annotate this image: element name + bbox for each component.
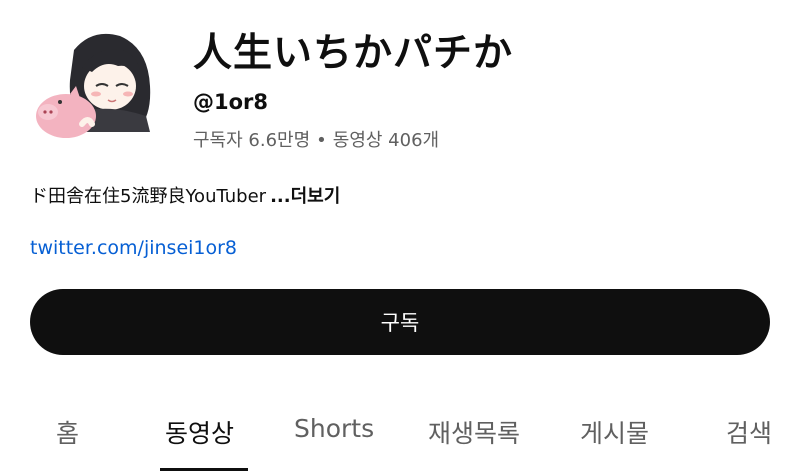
tab-home[interactable]: 홈 — [56, 414, 79, 450]
tab-search[interactable]: 검색 — [726, 414, 772, 450]
channel-name: 人生いちかパチか — [193, 31, 514, 76]
tab-videos[interactable]: 동영상 — [165, 414, 234, 450]
tab-posts[interactable]: 게시물 — [580, 414, 649, 450]
subscriber-count: 구독자 6.6만명 — [193, 130, 311, 151]
tab-shorts[interactable]: Shorts — [294, 414, 374, 443]
tab-playlists[interactable]: 재생목록 — [428, 414, 520, 450]
active-tab-indicator — [160, 468, 248, 471]
more-button[interactable]: ...더보기 — [270, 186, 340, 207]
channel-stats: 구독자 6.6만명 • 동영상 406개 — [193, 126, 439, 152]
channel-link[interactable]: twitter.com/jinsei1or8 — [30, 237, 237, 259]
channel-description[interactable]: ド田舎在住5流野良YouTuber ...더보기 — [30, 182, 340, 208]
description-text: ド田舎在住5流野良YouTuber — [30, 186, 267, 207]
video-count: 동영상 406개 — [332, 130, 440, 151]
channel-handle: @1or8 — [193, 90, 269, 114]
subscribe-button[interactable]: 구독 — [30, 289, 770, 355]
channel-avatar[interactable] — [22, 20, 162, 150]
stats-separator: • — [316, 130, 327, 151]
channel-tabs: 홈 동영상 Shorts 재생목록 게시물 검색 — [0, 398, 800, 474]
